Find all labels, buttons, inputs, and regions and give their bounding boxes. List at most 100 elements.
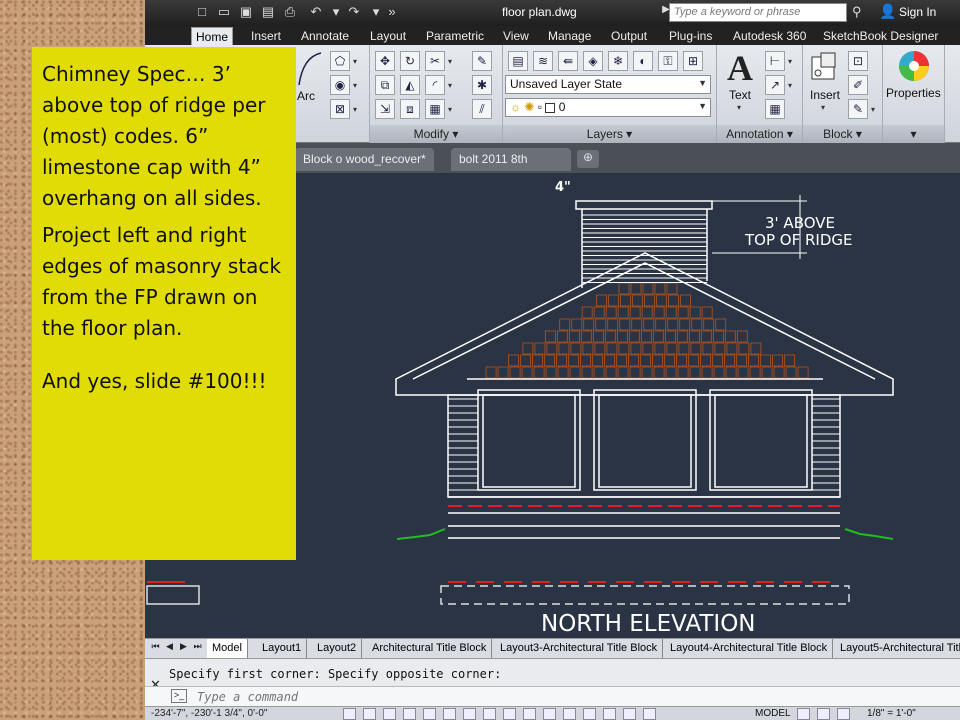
command-prompt-icon[interactable]: >_	[171, 689, 187, 703]
table-icon[interactable]: ▦	[765, 99, 785, 119]
tab-annotate[interactable]: Annotate	[297, 27, 353, 45]
polygon-dropdown-icon[interactable]: ▾	[353, 57, 357, 66]
open-icon[interactable]: ▭	[215, 4, 233, 20]
first-tab-icon[interactable]: ⏮	[149, 641, 162, 656]
arc-icon[interactable]	[295, 49, 325, 89]
explode-icon[interactable]: ✱	[472, 75, 492, 95]
ortho-mode-icon[interactable]	[403, 708, 416, 720]
quick-view-drawings-icon[interactable]	[817, 708, 830, 720]
stretch-icon[interactable]: ⇲	[375, 99, 395, 119]
quick-properties-icon[interactable]	[583, 708, 596, 720]
tab-parametric[interactable]: Parametric	[422, 27, 488, 45]
modify-panel-title[interactable]: Modify ▾	[370, 125, 502, 143]
file-tab-block-o-wood[interactable]: Block o wood_recover*	[295, 148, 434, 171]
snap-tracking-icon[interactable]	[483, 708, 496, 720]
properties-label[interactable]: Properties	[886, 86, 941, 100]
text-label[interactable]: Text	[729, 88, 751, 102]
plot-icon[interactable]: ⎙	[281, 4, 299, 20]
attributes-dropdown-icon[interactable]: ▾	[871, 105, 875, 114]
3d-object-snap-icon[interactable]	[463, 708, 476, 720]
move-icon[interactable]: ✥	[375, 51, 395, 71]
tab-insert[interactable]: Insert	[247, 27, 285, 45]
layer-match-icon[interactable]: ≋	[533, 51, 553, 71]
snap-mode-icon[interactable]	[363, 708, 376, 720]
offset-icon[interactable]: ⫽	[472, 99, 492, 119]
redo-icon[interactable]: ↷	[345, 4, 363, 20]
last-tab-icon[interactable]: ⏭	[191, 641, 204, 656]
infer-constraints-icon[interactable]	[343, 708, 356, 720]
region-icon[interactable]: ⊠	[330, 99, 350, 119]
layer-freeze-icon[interactable]: ❄	[608, 51, 628, 71]
dynamic-input-icon[interactable]	[523, 708, 536, 720]
create-block-icon[interactable]: ⊡	[848, 51, 868, 71]
transparency-icon[interactable]	[563, 708, 576, 720]
save-as-icon[interactable]: ▤	[259, 4, 277, 20]
block-panel-title[interactable]: Block ▾	[803, 125, 882, 143]
layers-panel-title[interactable]: Layers ▾	[503, 125, 716, 143]
layer-lock-icon[interactable]: ⚿	[658, 51, 678, 71]
fillet-icon[interactable]: ◜	[425, 75, 445, 95]
workspace-icon[interactable]	[643, 708, 656, 720]
model-space-toggle[interactable]: MODEL	[755, 708, 791, 719]
layer-off-icon[interactable]: ◐	[633, 51, 653, 71]
fillet-dropdown-icon[interactable]: ▾	[448, 81, 452, 90]
layout-tab-layout2[interactable]: Layout2	[312, 639, 363, 658]
edit-block-icon[interactable]: ✐	[848, 75, 868, 95]
trim-icon[interactable]: ✂	[425, 51, 445, 71]
copy-icon[interactable]: ⧉	[375, 75, 395, 95]
layer-walk-icon[interactable]: ⊞	[683, 51, 703, 71]
color-wheel-icon[interactable]	[897, 49, 931, 83]
annotation-monitor-icon[interactable]	[623, 708, 636, 720]
selection-cycling-icon[interactable]	[603, 708, 616, 720]
lineweight-icon[interactable]	[543, 708, 556, 720]
more-icon[interactable]: »	[383, 4, 401, 19]
insert-label[interactable]: Insert	[810, 88, 840, 102]
rotate-icon[interactable]: ↻	[400, 51, 420, 71]
layer-properties-icon[interactable]: ▤	[508, 51, 528, 71]
layer-previous-icon[interactable]: ⇚	[558, 51, 578, 71]
undo-icon[interactable]: ↶	[307, 4, 325, 20]
grid-display-icon[interactable]	[383, 708, 396, 720]
layout-tab-model[interactable]: Model	[207, 639, 248, 658]
object-snap-icon[interactable]	[443, 708, 456, 720]
tab-manage[interactable]: Manage	[544, 27, 595, 45]
mirror-icon[interactable]: ◭	[400, 75, 420, 95]
current-layer-select[interactable]: ☼ ✺ ▫ 0 ▼	[505, 98, 711, 117]
scale-icon[interactable]: ⧈	[400, 99, 420, 119]
layout-tab-arch-title-block[interactable]: Architectural Title Block	[367, 639, 493, 658]
linear-dimension-icon[interactable]: ⊢	[765, 51, 785, 71]
new-tab-button[interactable]: ⊕	[577, 150, 599, 168]
user-icon[interactable]: 👤	[879, 3, 896, 20]
array-dropdown-icon[interactable]: ▾	[448, 105, 452, 114]
save-icon[interactable]: ▣	[237, 4, 255, 20]
layout-tab-layout3[interactable]: Layout3-Architectural Title Block	[495, 639, 664, 658]
prev-tab-icon[interactable]: ◀	[163, 641, 176, 656]
tab-home[interactable]: Home	[191, 27, 234, 45]
annotation-panel-title[interactable]: Annotation ▾	[717, 125, 802, 143]
file-tab-bolt-2011[interactable]: bolt 2011 8th	[451, 148, 571, 171]
insert-dropdown-icon[interactable]: ▾	[821, 103, 825, 112]
array-icon[interactable]: ▦	[425, 99, 445, 119]
quick-view-layouts-icon[interactable]	[797, 708, 810, 720]
ellipse-icon[interactable]: ◉	[330, 75, 350, 95]
polar-tracking-icon[interactable]	[423, 708, 436, 720]
erase-icon[interactable]: ✎	[472, 51, 492, 71]
region-dropdown-icon[interactable]: ▾	[353, 105, 357, 114]
tab-sketchbook-designer[interactable]: SketchBook Designer	[819, 27, 942, 45]
tab-autodesk-360[interactable]: Autodesk 360	[729, 27, 810, 45]
binoculars-icon[interactable]: ⚲	[852, 4, 862, 20]
trim-dropdown-icon[interactable]: ▾	[448, 57, 452, 66]
layer-state-select[interactable]: Unsaved Layer State ▼	[505, 75, 711, 94]
layout-tab-layout1[interactable]: Layout1	[257, 639, 308, 658]
multileader-icon[interactable]: ↗	[765, 75, 785, 95]
dimension-dropdown-icon[interactable]: ▾	[788, 57, 792, 66]
next-tab-icon[interactable]: ▶	[177, 641, 190, 656]
insert-block-icon[interactable]	[809, 51, 843, 85]
annotation-scale-icon[interactable]	[837, 708, 850, 720]
undo-dropdown-icon[interactable]: ▾	[327, 4, 345, 20]
properties-panel-title[interactable]: ▾	[883, 125, 944, 143]
text-dropdown-icon[interactable]: ▾	[737, 103, 741, 112]
tab-output[interactable]: Output	[607, 27, 651, 45]
sign-in-link[interactable]: Sign In	[899, 5, 936, 19]
ellipse-dropdown-icon[interactable]: ▾	[353, 81, 357, 90]
